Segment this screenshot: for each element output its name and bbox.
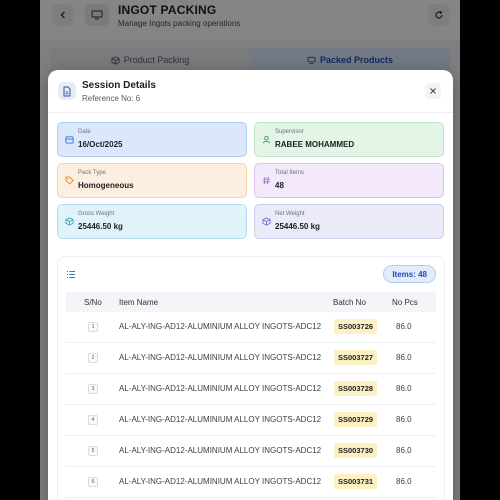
row-batch-no: SS003731 bbox=[334, 474, 378, 489]
supervisor-card: Supervisor RABEE MOHAMMED bbox=[254, 122, 444, 157]
table-row[interactable]: 1 AL-ALY-ING-AD12-ALUMINIUM ALLOY INGOTS… bbox=[66, 312, 436, 343]
modal-title: Session Details bbox=[82, 80, 156, 91]
pack-type-value: Homogeneous bbox=[78, 181, 134, 190]
row-sno: 6 bbox=[88, 477, 98, 487]
row-sno: 1 bbox=[88, 322, 98, 332]
row-batch-no: SS003727 bbox=[334, 350, 378, 365]
close-button[interactable] bbox=[425, 83, 441, 99]
pack-type-card: Pack Type Homogeneous bbox=[57, 163, 247, 198]
row-batch-no: SS003728 bbox=[334, 381, 378, 396]
total-items-label: Total Items bbox=[275, 170, 305, 176]
table-row[interactable]: 4 AL-ALY-ING-AD12-ALUMINIUM ALLOY INGOTS… bbox=[66, 405, 436, 436]
row-sno: 3 bbox=[88, 384, 98, 394]
row-no-pcs: 86.0 bbox=[396, 477, 412, 486]
hash-icon bbox=[262, 176, 271, 185]
total-items-card: Total Items 48 bbox=[254, 163, 444, 198]
row-sno: 2 bbox=[88, 353, 98, 363]
net-weight-card: Net Weight 25446.50 kg bbox=[254, 204, 444, 239]
row-no-pcs: 86.0 bbox=[396, 446, 412, 455]
items-count-badge: Items: 48 bbox=[383, 265, 436, 283]
gross-weight-card: Gross Weight 25446.50 kg bbox=[57, 204, 247, 239]
date-label: Date bbox=[78, 129, 91, 135]
session-details-modal: Session Details Reference No: 6 Date 16/… bbox=[48, 70, 453, 500]
gross-weight-value: 25446.50 kg bbox=[78, 222, 123, 231]
row-item-name: AL-ALY-ING-AD12-ALUMINIUM ALLOY INGOTS-A… bbox=[119, 384, 322, 393]
header-sno: S/No bbox=[84, 298, 102, 307]
row-sno: 4 bbox=[88, 415, 98, 425]
header-no-pcs: No Pcs bbox=[392, 298, 418, 307]
row-sno: 5 bbox=[88, 446, 98, 456]
row-item-name: AL-ALY-ING-AD12-ALUMINIUM ALLOY INGOTS-A… bbox=[119, 322, 322, 331]
table-row[interactable]: 3 AL-ALY-ING-AD12-ALUMINIUM ALLOY INGOTS… bbox=[66, 374, 436, 405]
row-item-name: AL-ALY-ING-AD12-ALUMINIUM ALLOY INGOTS-A… bbox=[119, 415, 322, 424]
row-batch-no: SS003730 bbox=[334, 443, 378, 458]
app-screen: INGOT PACKING Manage Ingots packing oper… bbox=[40, 0, 460, 500]
supervisor-value: RABEE MOHAMMED bbox=[275, 140, 355, 149]
row-item-name: AL-ALY-ING-AD12-ALUMINIUM ALLOY INGOTS-A… bbox=[119, 477, 322, 486]
table-header: S/No Item Name Batch No No Pcs bbox=[66, 292, 436, 312]
row-batch-no: SS003729 bbox=[334, 412, 378, 427]
close-icon bbox=[430, 88, 436, 94]
reference-number: Reference No: 6 bbox=[82, 94, 141, 103]
tag-icon bbox=[65, 176, 74, 185]
pack-type-label: Pack Type bbox=[78, 170, 106, 176]
header-item-name: Item Name bbox=[119, 298, 159, 307]
row-no-pcs: 86.0 bbox=[396, 415, 412, 424]
table-row[interactable]: 5 AL-ALY-ING-AD12-ALUMINIUM ALLOY INGOTS… bbox=[66, 436, 436, 467]
net-weight-label: Net Weight bbox=[275, 211, 305, 217]
date-card: Date 16/Oct/2025 bbox=[57, 122, 247, 157]
date-value: 16/Oct/2025 bbox=[78, 140, 123, 149]
row-no-pcs: 86.0 bbox=[396, 353, 412, 362]
net-weight-value: 25446.50 kg bbox=[275, 222, 320, 231]
total-items-value: 48 bbox=[275, 181, 284, 190]
calendar-icon bbox=[65, 136, 74, 144]
table-row[interactable]: 2 AL-ALY-ING-AD12-ALUMINIUM ALLOY INGOTS… bbox=[66, 343, 436, 374]
row-no-pcs: 86.0 bbox=[396, 384, 412, 393]
row-item-name: AL-ALY-ING-AD12-ALUMINIUM ALLOY INGOTS-A… bbox=[119, 446, 322, 455]
supervisor-label: Supervisor bbox=[275, 129, 304, 135]
row-batch-no: SS003726 bbox=[334, 319, 378, 334]
header-divider bbox=[48, 112, 453, 113]
list-icon bbox=[67, 271, 75, 278]
user-icon bbox=[262, 135, 271, 144]
box-icon bbox=[262, 217, 271, 226]
document-icon bbox=[63, 86, 71, 96]
device-frame: INGOT PACKING Manage Ingots packing oper… bbox=[0, 0, 500, 500]
box-icon bbox=[65, 217, 74, 226]
document-icon-box bbox=[58, 82, 76, 100]
gross-weight-label: Gross Weight bbox=[78, 211, 115, 217]
header-batch-no: Batch No bbox=[333, 298, 366, 307]
items-table-card: Items: 48 S/No Item Name Batch No No Pcs… bbox=[57, 256, 445, 500]
table-row[interactable]: 6 AL-ALY-ING-AD12-ALUMINIUM ALLOY INGOTS… bbox=[66, 467, 436, 498]
row-item-name: AL-ALY-ING-AD12-ALUMINIUM ALLOY INGOTS-A… bbox=[119, 353, 322, 362]
row-no-pcs: 86.0 bbox=[396, 322, 412, 331]
